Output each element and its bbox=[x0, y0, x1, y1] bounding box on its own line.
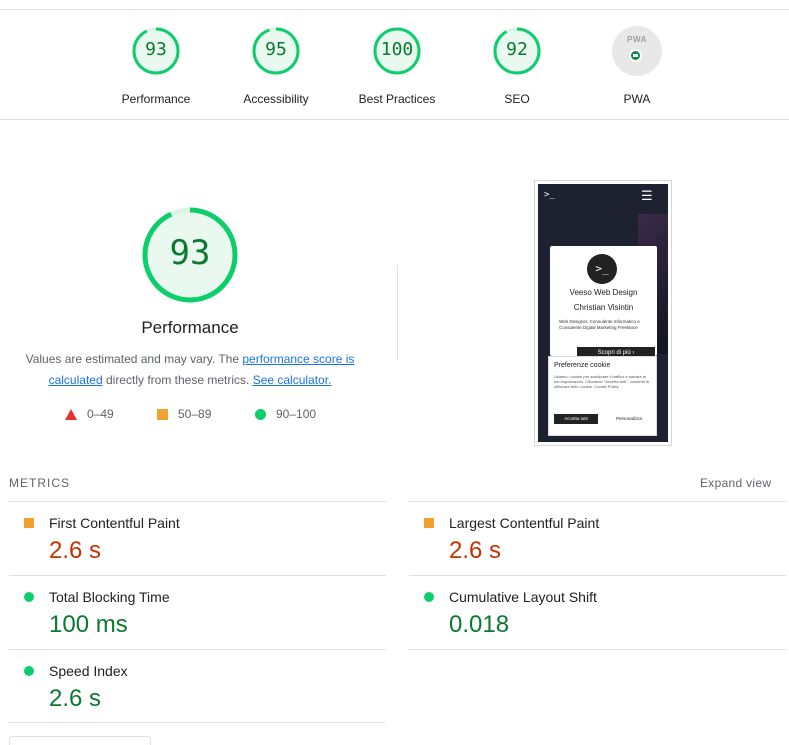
metric-value: 100 ms bbox=[49, 611, 128, 638]
square-average-icon bbox=[24, 518, 34, 528]
terminal-logo-icon: >_ bbox=[544, 190, 555, 200]
site-description: Web Designer, Consulente Informatico e C… bbox=[559, 319, 640, 330]
site-name: Veeso Web Design bbox=[569, 288, 638, 297]
metric-name: Largest Contentful Paint bbox=[449, 515, 600, 531]
cookie-title: Preferenze cookie bbox=[554, 362, 611, 369]
gauge-score: 100 bbox=[380, 39, 414, 60]
see-calculator-link[interactable]: See calculator. bbox=[253, 373, 332, 387]
gauge-best-practices[interactable]: 100 Best Practices bbox=[337, 26, 457, 106]
vertical-divider bbox=[397, 265, 398, 360]
gauge-label: Best Practices bbox=[358, 92, 436, 106]
pwa-badge-text: PWA bbox=[627, 35, 647, 44]
gauge-performance[interactable]: 93 Performance bbox=[96, 26, 216, 106]
performance-gauge: 93 bbox=[140, 205, 240, 305]
category-gauges: 93 Performance 95 Accessibility 100 Best… bbox=[0, 10, 789, 120]
metric-name: Total Blocking Time bbox=[49, 589, 170, 605]
owner-name: Christian Visintin bbox=[573, 303, 634, 312]
legend-fail: 0–49 bbox=[65, 407, 114, 425]
legend-range: 90–100 bbox=[276, 407, 317, 421]
metric-value: 0.018 bbox=[449, 611, 510, 638]
circle-pass-icon bbox=[424, 592, 434, 602]
desc-text: directly from these metrics. bbox=[102, 373, 253, 387]
square-average-icon bbox=[424, 518, 434, 528]
performance-title: Performance bbox=[141, 318, 239, 337]
cookie-accept-button: Accetta tutti bbox=[554, 414, 598, 424]
avatar: >_ bbox=[587, 254, 617, 284]
final-screenshot[interactable]: >_ ☰ >_ Veeso Web Design Christian Visin… bbox=[534, 180, 672, 446]
legend-pass: 90–100 bbox=[255, 407, 316, 425]
performance-description: Values are estimated and may vary. The p… bbox=[20, 349, 360, 391]
metric-lcp: Largest Contentful Paint 2.6 s bbox=[409, 501, 786, 575]
metric-value: 2.6 s bbox=[449, 537, 502, 564]
desc-text: Values are estimated and may vary. The bbox=[25, 352, 243, 366]
cookie-banner: Preferenze cookie Usiamo i cookie per an… bbox=[548, 356, 657, 436]
gauge-ring: 93 bbox=[131, 26, 181, 76]
gauge-label: SEO bbox=[504, 92, 530, 106]
legend-average: 50–89 bbox=[157, 407, 211, 425]
cookie-text: Usiamo i cookie per analizzare il traffi… bbox=[554, 374, 649, 389]
gauge-label: PWA bbox=[623, 92, 651, 106]
gauge-ring: 95 bbox=[251, 26, 301, 76]
view-treemap-tab[interactable] bbox=[9, 736, 151, 745]
metric-value: 2.6 s bbox=[49, 685, 102, 712]
gauge-pwa[interactable]: PWA PWA bbox=[577, 26, 697, 106]
metric-cls: Cumulative Layout Shift 0.018 bbox=[409, 575, 786, 649]
screenshot-image: >_ ☰ >_ Veeso Web Design Christian Visin… bbox=[538, 184, 668, 442]
triangle-fail-icon bbox=[65, 409, 77, 421]
pwa-check-icon bbox=[629, 49, 642, 62]
circle-pass-icon bbox=[24, 666, 34, 676]
metrics-heading: METRICS bbox=[9, 476, 70, 490]
pwa-badge-icon: PWA bbox=[612, 26, 662, 76]
metric-fcp: First Contentful Paint 2.6 s bbox=[9, 501, 386, 575]
gauge-label: Accessibility bbox=[243, 92, 309, 106]
metric-column-end-divider bbox=[409, 649, 786, 650]
expand-view-button[interactable]: Expand view bbox=[700, 476, 771, 490]
square-average-icon bbox=[157, 409, 168, 421]
metric-name: Cumulative Layout Shift bbox=[449, 589, 597, 605]
profile-card: >_ Veeso Web Design Christian Visintin W… bbox=[550, 246, 657, 359]
gauge-label: Performance bbox=[121, 92, 191, 106]
gauge-ring: 92 bbox=[492, 26, 542, 76]
metric-speed-index: Speed Index 2.6 s bbox=[9, 649, 386, 723]
gauge-score: 92 bbox=[506, 39, 528, 60]
gauge-seo[interactable]: 92 SEO bbox=[457, 26, 577, 106]
gauge-score: 93 bbox=[145, 39, 167, 60]
gauge-score: 95 bbox=[265, 39, 287, 60]
gauge-accessibility[interactable]: 95 Accessibility bbox=[216, 26, 336, 106]
circle-pass-icon bbox=[24, 592, 34, 602]
performance-score: 93 bbox=[169, 233, 211, 273]
circle-pass-icon bbox=[255, 409, 266, 421]
metric-name: Speed Index bbox=[49, 663, 128, 679]
legend-range: 0–49 bbox=[87, 407, 114, 421]
metric-tbt: Total Blocking Time 100 ms bbox=[9, 575, 386, 649]
hamburger-menu-icon: ☰ bbox=[641, 188, 653, 203]
metrics-bottom-divider bbox=[9, 722, 385, 723]
metric-value: 2.6 s bbox=[49, 537, 102, 564]
cookie-customize-button: Personalizza bbox=[607, 414, 651, 424]
metric-name: First Contentful Paint bbox=[49, 515, 180, 531]
legend-range: 50–89 bbox=[178, 407, 212, 421]
gauge-ring: 100 bbox=[372, 26, 422, 76]
